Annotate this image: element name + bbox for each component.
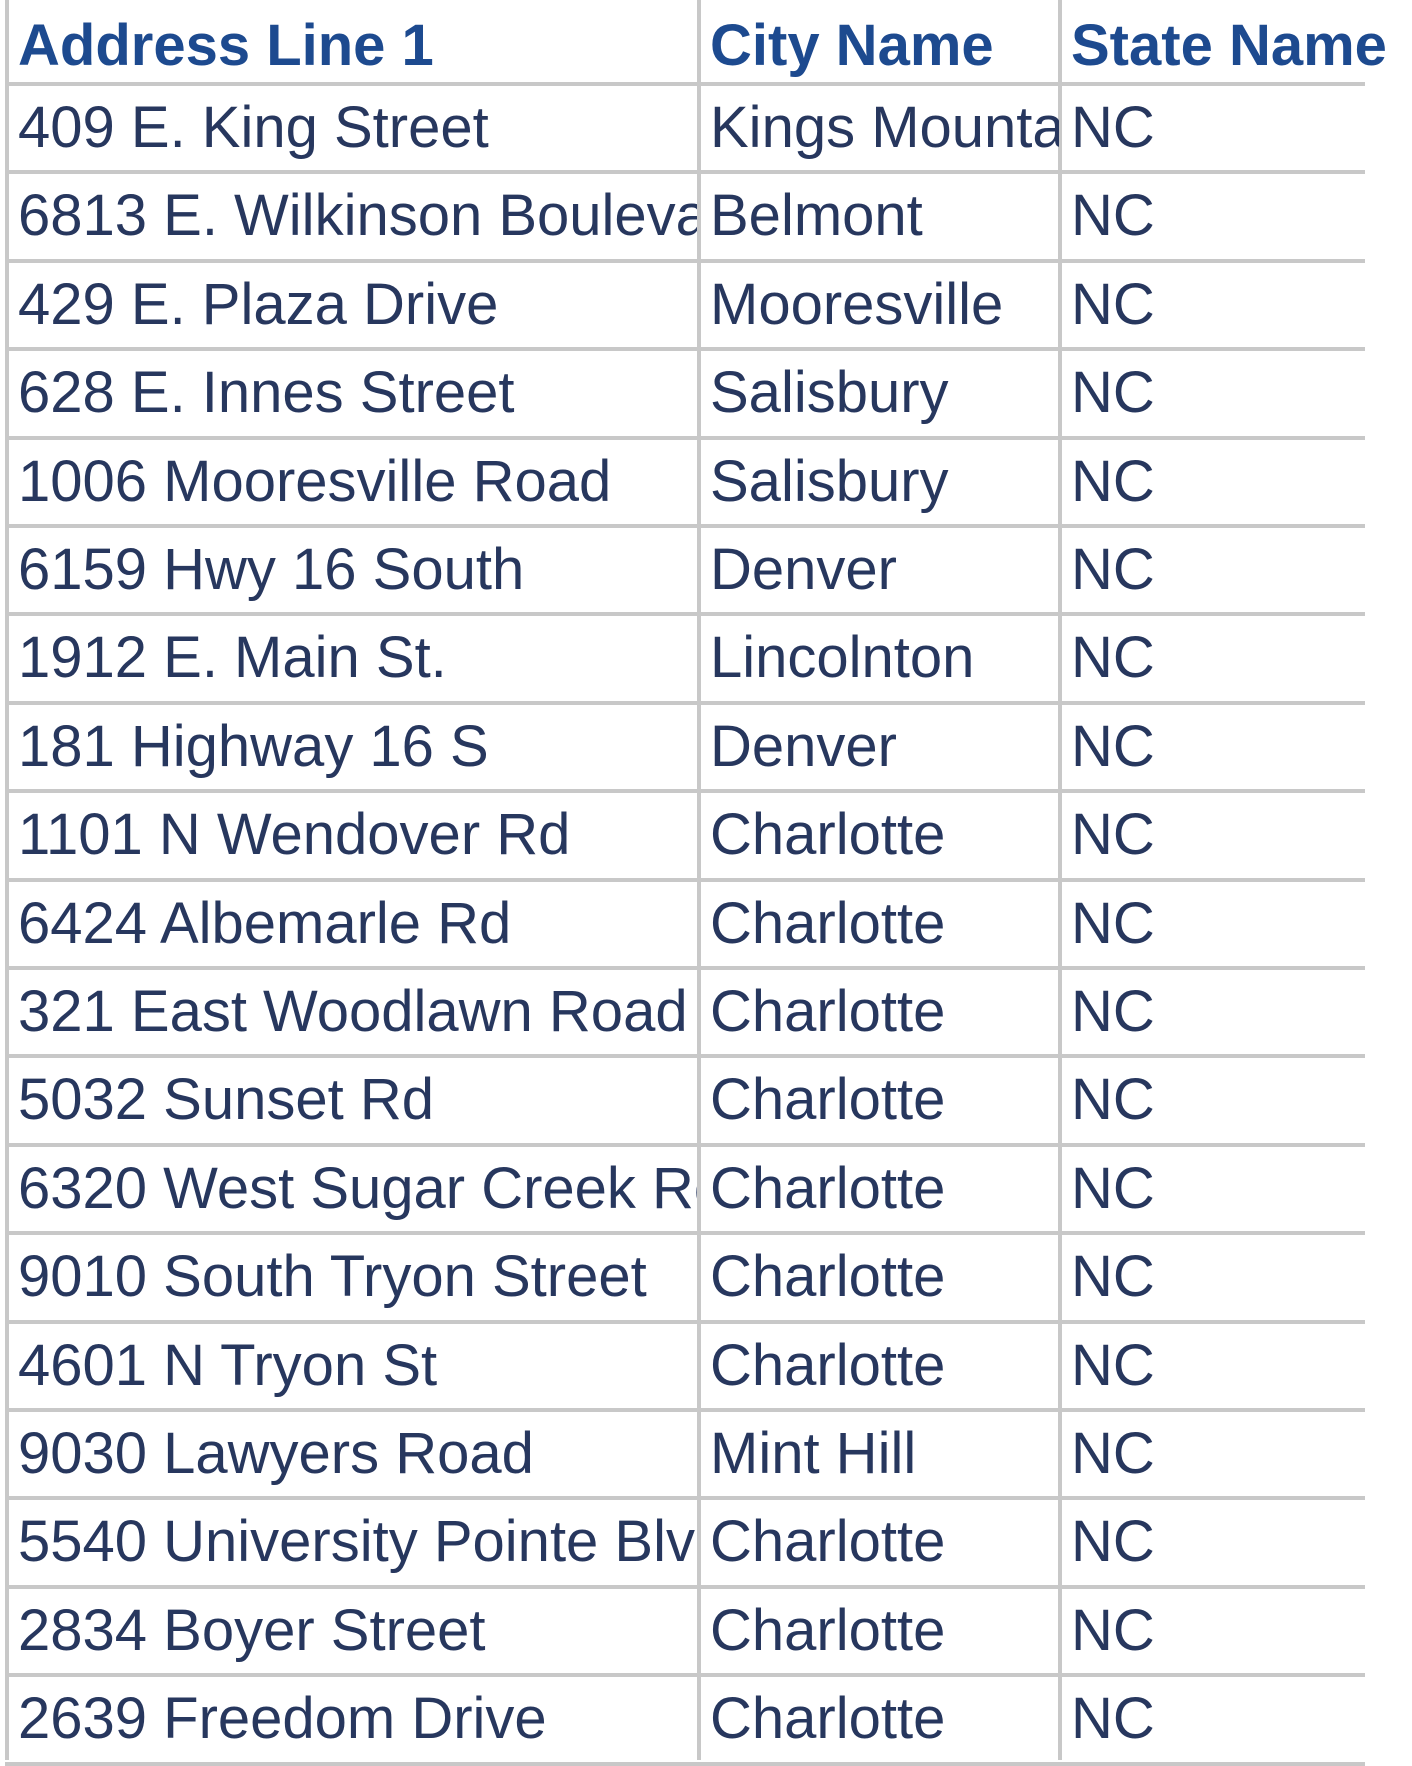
table-row[interactable]: 6320 West Sugar Creek RoadCharlotteNC: [0, 1147, 1412, 1231]
cell-city[interactable]: Charlotte: [710, 1324, 1059, 1408]
cell-address[interactable]: 6159 Hwy 16 South: [18, 528, 697, 612]
cell-city[interactable]: Lincolnton: [710, 616, 1059, 700]
cell-address[interactable]: 1101 N Wendover Rd: [18, 793, 697, 877]
cell-city[interactable]: Charlotte: [710, 1589, 1059, 1673]
cell-address[interactable]: 9010 South Tryon Street: [18, 1235, 697, 1319]
cell-address[interactable]: 4601 N Tryon St: [18, 1324, 697, 1408]
cell-city[interactable]: Charlotte: [710, 1235, 1059, 1319]
cell-state[interactable]: NC: [1071, 263, 1412, 347]
cell-city[interactable]: Charlotte: [710, 793, 1059, 877]
cell-address[interactable]: 6813 E. Wilkinson Boulevard: [18, 174, 697, 258]
cell-city[interactable]: Charlotte: [710, 970, 1059, 1054]
cell-city[interactable]: Denver: [710, 528, 1059, 612]
table-row[interactable]: 6813 E. Wilkinson Boulevard Belmont NC: [0, 174, 1412, 258]
table-row[interactable]: 4601 N Tryon St Charlotte NC: [0, 1324, 1412, 1408]
table-row[interactable]: 321 East Woodlawn Road Charlotte NC: [0, 970, 1412, 1054]
cell-state[interactable]: NC: [1071, 1058, 1412, 1142]
table-row[interactable]: 5540 University Pointe Blvd Charlotte NC: [0, 1500, 1412, 1584]
table-row[interactable]: 1912 E. Main St. Lincolnton NC: [0, 616, 1412, 700]
cell-state[interactable]: NC: [1071, 1500, 1412, 1584]
cell-address[interactable]: 181 Highway 16 S: [18, 705, 697, 789]
cell-address[interactable]: 6320 West Sugar Creek Road: [18, 1147, 697, 1231]
table-row[interactable]: 5032 Sunset Rd Charlotte NC: [0, 1058, 1412, 1142]
cell-city[interactable]: Charlotte: [710, 1677, 1059, 1761]
cell-city[interactable]: Charlotte: [710, 1058, 1059, 1142]
cell-address[interactable]: 2834 Boyer Street: [18, 1589, 697, 1673]
cell-city[interactable]: Charlotte: [710, 1147, 1059, 1231]
cell-address[interactable]: 9030 Lawyers Road: [18, 1412, 697, 1496]
cell-city[interactable]: Denver: [710, 705, 1059, 789]
cell-state[interactable]: NC: [1071, 970, 1412, 1054]
row-divider: [5, 1762, 1365, 1766]
address-table: Address Line 1 City Name State Name 409 …: [0, 0, 1412, 1766]
cell-state[interactable]: NC: [1071, 86, 1412, 170]
column-header-city[interactable]: City Name: [710, 4, 1059, 88]
cell-state[interactable]: NC: [1071, 174, 1412, 258]
cell-address[interactable]: 429 E. Plaza Drive: [18, 263, 697, 347]
cell-state[interactable]: NC: [1071, 1147, 1412, 1231]
cell-state[interactable]: NC: [1071, 1235, 1412, 1319]
cell-state[interactable]: NC: [1071, 793, 1412, 877]
cell-address[interactable]: 409 E. King Street: [18, 86, 697, 170]
cell-address[interactable]: 1912 E. Main St.: [18, 616, 697, 700]
table-row[interactable]: 9010 South Tryon Street Charlotte NC: [0, 1235, 1412, 1319]
cell-city[interactable]: Salisbury: [710, 351, 1059, 435]
table-row[interactable]: 429 E. Plaza Drive Mooresville NC: [0, 263, 1412, 347]
cell-address[interactable]: 5032 Sunset Rd: [18, 1058, 697, 1142]
cell-city[interactable]: Charlotte: [710, 1500, 1059, 1584]
cell-address[interactable]: 628 E. Innes Street: [18, 351, 697, 435]
table-row[interactable]: 409 E. King StreetKings MountainNC: [0, 86, 1412, 170]
column-header-state[interactable]: State Name: [1071, 4, 1412, 88]
cell-address[interactable]: 6424 Albemarle Rd: [18, 882, 697, 966]
cell-state[interactable]: NC: [1071, 705, 1412, 789]
cell-city[interactable]: Kings Mountain: [710, 86, 1059, 170]
table-row[interactable]: 181 Highway 16 S Denver NC: [0, 705, 1412, 789]
cell-city[interactable]: Mooresville: [710, 263, 1059, 347]
cell-address[interactable]: 321 East Woodlawn Road: [18, 970, 697, 1054]
cell-state[interactable]: NC: [1071, 440, 1412, 524]
table-row[interactable]: 9030 Lawyers Road Mint Hill NC: [0, 1412, 1412, 1496]
cell-city[interactable]: Salisbury: [710, 440, 1059, 524]
header-row: Address Line 1 City Name State Name: [0, 4, 1412, 88]
table-row[interactable]: 1101 N Wendover Rd Charlotte NC: [0, 793, 1412, 877]
cell-state[interactable]: NC: [1071, 1677, 1412, 1761]
cell-address[interactable]: 1006 Mooresville Road: [18, 440, 697, 524]
table-row[interactable]: 2639 Freedom Drive Charlotte NC: [0, 1677, 1412, 1761]
table-row[interactable]: 2834 Boyer Street Charlotte NC: [0, 1589, 1412, 1673]
cell-state[interactable]: NC: [1071, 616, 1412, 700]
table-row[interactable]: 1006 Mooresville Road Salisbury NC: [0, 440, 1412, 524]
cell-city[interactable]: Belmont: [710, 174, 1059, 258]
cell-state[interactable]: NC: [1071, 528, 1412, 612]
cell-address[interactable]: 2639 Freedom Drive: [18, 1677, 697, 1761]
cell-state[interactable]: NC: [1071, 1412, 1412, 1496]
cell-state[interactable]: NC: [1071, 882, 1412, 966]
cell-state[interactable]: NC: [1071, 1324, 1412, 1408]
table-row[interactable]: 628 E. Innes Street Salisbury NC: [0, 351, 1412, 435]
table-row[interactable]: 6159 Hwy 16 South Denver NC: [0, 528, 1412, 612]
column-header-address[interactable]: Address Line 1: [18, 4, 697, 88]
cell-address[interactable]: 5540 University Pointe Blvd: [18, 1500, 697, 1584]
cell-city[interactable]: Mint Hill: [710, 1412, 1059, 1496]
cell-state[interactable]: NC: [1071, 351, 1412, 435]
table-row[interactable]: 6424 Albemarle Rd Charlotte NC: [0, 882, 1412, 966]
cell-city[interactable]: Charlotte: [710, 882, 1059, 966]
cell-state[interactable]: NC: [1071, 1589, 1412, 1673]
